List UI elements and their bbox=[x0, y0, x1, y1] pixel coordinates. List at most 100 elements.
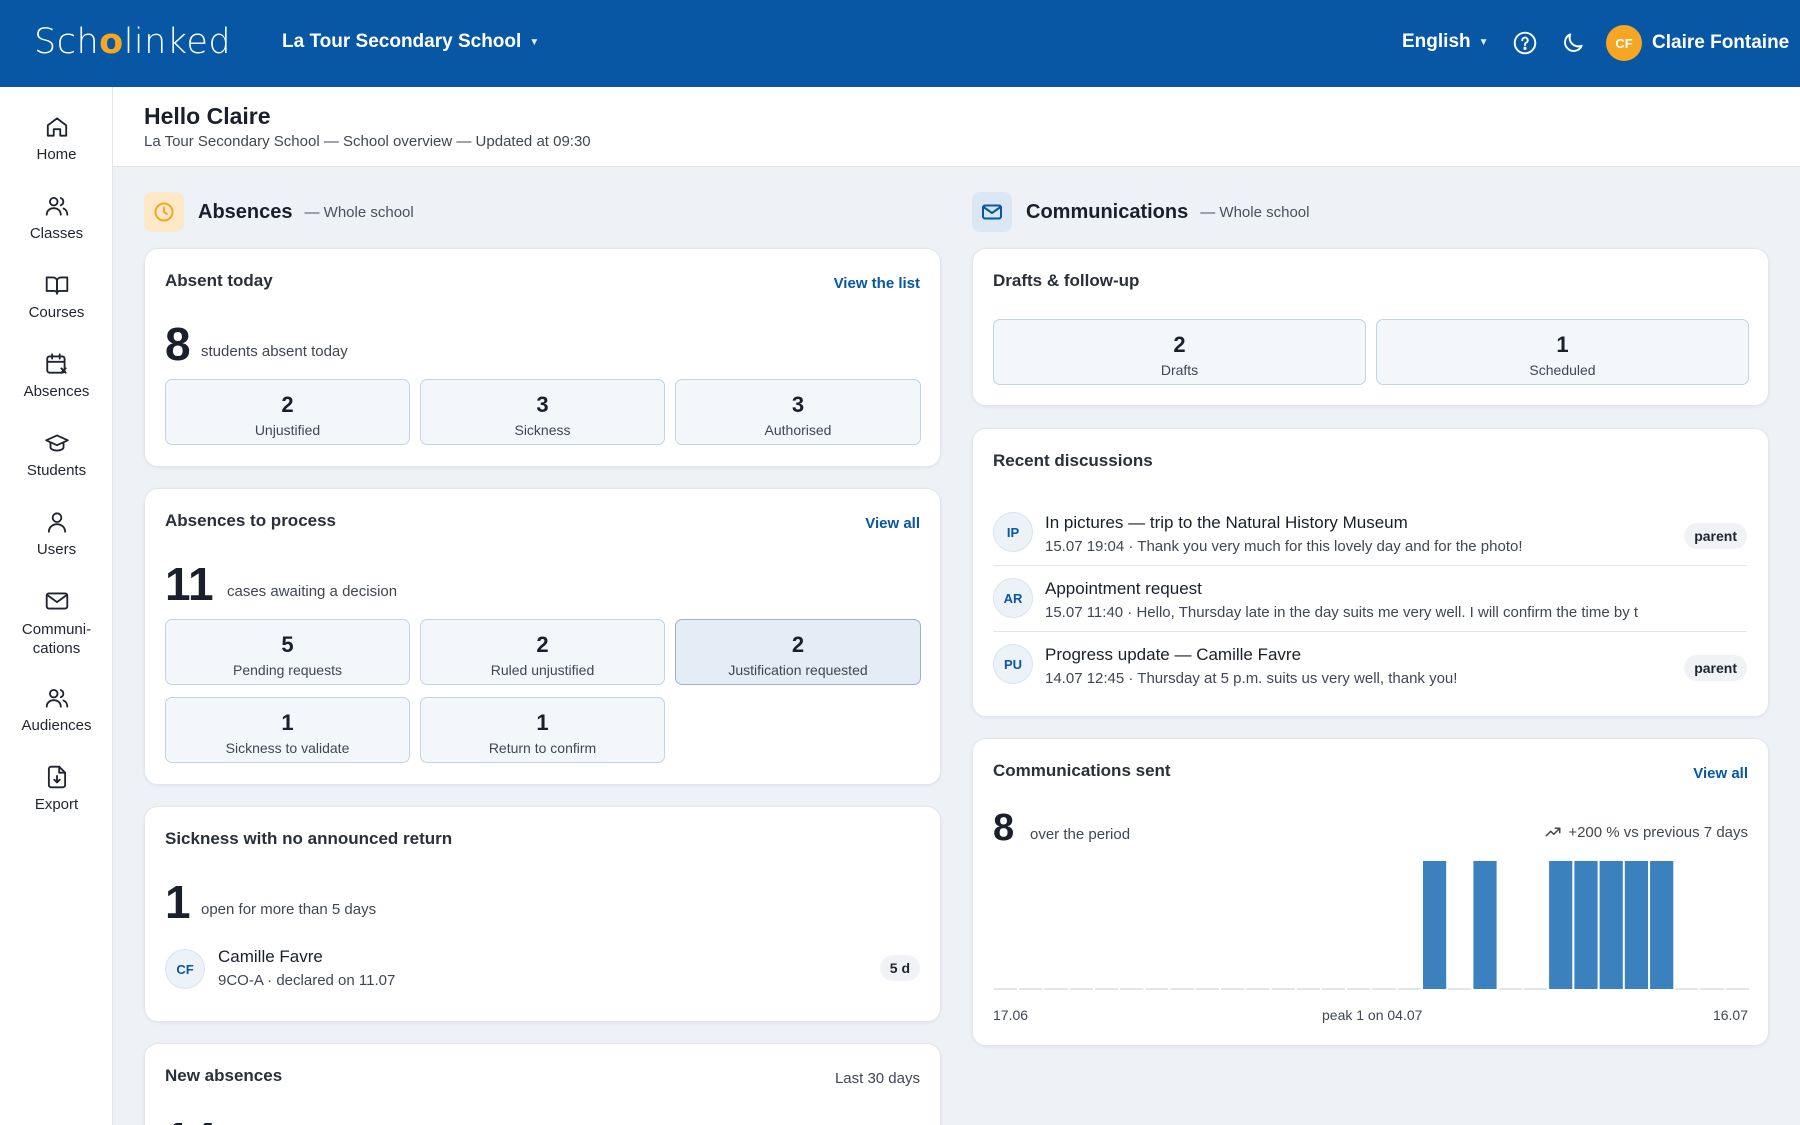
chart-bar-21.06 bbox=[1094, 988, 1119, 990]
chart-bar-13.07 bbox=[1650, 861, 1674, 989]
tile-value: 2 bbox=[536, 632, 549, 657]
student-name[interactable]: Camille Favre bbox=[218, 947, 323, 967]
chart-bar-10.07 bbox=[1574, 861, 1598, 989]
discussion-avatar: IP bbox=[993, 512, 1033, 552]
tile-pending-requests[interactable]: 5 Pending requests bbox=[165, 619, 410, 685]
tile-value: 2 bbox=[281, 392, 294, 417]
new-absences-count: 14 bbox=[165, 1116, 216, 1125]
chart-bar-20.06 bbox=[1069, 988, 1093, 990]
discussion-item[interactable]: PU Progress update — Camille Favre 14.07… bbox=[993, 641, 1747, 707]
chart-bar-03.07 bbox=[1397, 988, 1421, 990]
top-bar: Scholinked La Tour Secondary School ▼ En… bbox=[0, 0, 1800, 87]
sidebar-item-courses[interactable]: Courses bbox=[0, 272, 113, 321]
sent-count: 8 bbox=[993, 807, 1015, 849]
chart-bar-08.07 bbox=[1523, 988, 1548, 990]
sidebar-item-users[interactable]: Users bbox=[0, 509, 113, 558]
discussion-avatar: AR bbox=[993, 578, 1033, 618]
caret-down-icon: ▼ bbox=[1478, 36, 1489, 48]
app-logo[interactable]: Scholinked bbox=[34, 22, 231, 62]
graduation-cap-icon bbox=[44, 434, 69, 452]
tile-drafts[interactable]: 2 Drafts bbox=[993, 319, 1366, 385]
home-icon bbox=[46, 117, 67, 137]
chart-bar-17.06 bbox=[994, 988, 1018, 990]
mail-icon bbox=[972, 192, 1012, 232]
tile-label: Pending requests bbox=[233, 662, 342, 678]
chart-bar-24.06 bbox=[1170, 988, 1194, 990]
chart-bar-27.06 bbox=[1246, 988, 1270, 990]
chart-bar-30.06 bbox=[1322, 988, 1346, 990]
trend-indicator: +200 % vs previous 7 days bbox=[1544, 823, 1748, 841]
sidebar-item-home[interactable]: Home bbox=[0, 114, 113, 163]
absences-section-header: Absences — Whole school bbox=[144, 192, 414, 232]
communications-sent-card: Communications sent View all 8 over the … bbox=[972, 738, 1769, 1046]
absent-today-card: Absent today View the list 8 students ab… bbox=[144, 248, 941, 467]
sidebar-item-label: Export bbox=[34, 796, 79, 813]
tile-sickness[interactable]: 3 Sickness bbox=[420, 379, 665, 445]
tile-value: 3 bbox=[536, 392, 549, 417]
chart-bar-16.07 bbox=[1725, 988, 1749, 990]
peak-label: peak 1 on 04.07 bbox=[1322, 1007, 1423, 1023]
period-label: Last 30 days bbox=[834, 1070, 920, 1087]
view-list-link[interactable]: View the list bbox=[834, 275, 920, 292]
language-label: English bbox=[1402, 31, 1471, 52]
tile-return-to-confirm[interactable]: 1 Return to confirm bbox=[420, 697, 665, 763]
card-title: Absences to process bbox=[165, 511, 337, 530]
dark-mode-icon[interactable] bbox=[1560, 30, 1586, 56]
divider bbox=[993, 631, 1747, 632]
page-subtitle: La Tour Secondary School — School overvi… bbox=[144, 133, 591, 150]
to-process-label: cases awaiting a decision bbox=[227, 583, 398, 600]
absences-section-title: Absences bbox=[198, 200, 293, 223]
to-process-count: 11 bbox=[165, 558, 214, 610]
tile-label: Return to confirm bbox=[488, 740, 597, 756]
help-icon[interactable] bbox=[1512, 30, 1538, 56]
tile-scheduled[interactable]: 1 Scheduled bbox=[1376, 319, 1749, 385]
communications-section-header: Communications — Whole school bbox=[972, 192, 1309, 232]
role-badge: parent bbox=[1684, 523, 1747, 549]
sent-label: over the period bbox=[1030, 826, 1131, 843]
discussion-avatar: PU bbox=[993, 644, 1033, 684]
chart-bar-29.06 bbox=[1296, 988, 1320, 990]
tile-authorised[interactable]: 3 Authorised bbox=[675, 379, 921, 445]
sidebar-item-absences[interactable]: Absences bbox=[0, 351, 113, 400]
view-all-link[interactable]: View all bbox=[1693, 765, 1748, 782]
tile-label: Justification requested bbox=[728, 662, 868, 678]
chart-bar-14.07 bbox=[1675, 988, 1699, 990]
clock-icon bbox=[144, 192, 184, 232]
student-avatar: CF bbox=[165, 949, 205, 989]
sidebar-item-classes[interactable]: Classes bbox=[0, 193, 113, 242]
book-icon bbox=[45, 276, 68, 295]
sidebar-item-label: Communi- cations bbox=[21, 621, 92, 657]
tile-justification-requested[interactable]: 2 Justification requested bbox=[675, 619, 921, 685]
tile-value: 3 bbox=[791, 392, 805, 417]
tile-sickness-to-validate[interactable]: 1 Sickness to validate bbox=[165, 697, 410, 763]
chart-bar-22.06 bbox=[1120, 988, 1144, 990]
card-title: Sickness with no announced return bbox=[165, 829, 453, 848]
x-axis-end-label: 16.07 bbox=[1712, 1007, 1748, 1023]
tile-ruled-unjustified[interactable]: 2 Ruled unjustified bbox=[420, 619, 665, 685]
x-axis-start-label: 17.06 bbox=[993, 1007, 1029, 1023]
sidebar-item-export[interactable]: Export bbox=[0, 764, 113, 813]
student-detail: 9CO-A · declared on 11.07 bbox=[218, 972, 396, 989]
card-title: Recent discussions bbox=[993, 451, 1153, 470]
user-menu[interactable]: CF Claire Fontaine bbox=[1606, 25, 1789, 61]
sidebar-item-audiences[interactable]: Audiences bbox=[0, 685, 113, 734]
language-selector[interactable]: English ▼ bbox=[1402, 31, 1489, 53]
tile-unjustified[interactable]: 2 Unjustified bbox=[165, 379, 410, 445]
chart-bar-25.06 bbox=[1195, 988, 1220, 990]
discussion-preview: 15.07 11:40 · Hello, Thursday late in th… bbox=[1045, 604, 1639, 621]
discussion-title: Appointment request bbox=[1045, 579, 1202, 598]
sidebar-item-students[interactable]: Students bbox=[0, 430, 113, 479]
chart-bar-06.07 bbox=[1473, 861, 1497, 989]
chart-bar-15.07 bbox=[1700, 988, 1724, 990]
tile-label: Drafts bbox=[1160, 362, 1199, 378]
school-selector[interactable]: La Tour Secondary School ▼ bbox=[282, 31, 539, 53]
sidebar-item-label: Users bbox=[36, 541, 77, 558]
view-all-link[interactable]: View all bbox=[865, 515, 920, 532]
sidebar-item-label: Absences bbox=[23, 383, 90, 400]
communications-section-scope: — Whole school bbox=[1200, 203, 1310, 221]
chart-bar-01.07 bbox=[1347, 988, 1371, 990]
tile-label: Sickness bbox=[514, 422, 571, 438]
sidebar-item-communications[interactable]: Communi- cations bbox=[0, 588, 113, 658]
absences-to-process-card: Absences to process View all 11 cases aw… bbox=[144, 488, 941, 785]
sickness-label: open for more than 5 days bbox=[201, 901, 377, 918]
